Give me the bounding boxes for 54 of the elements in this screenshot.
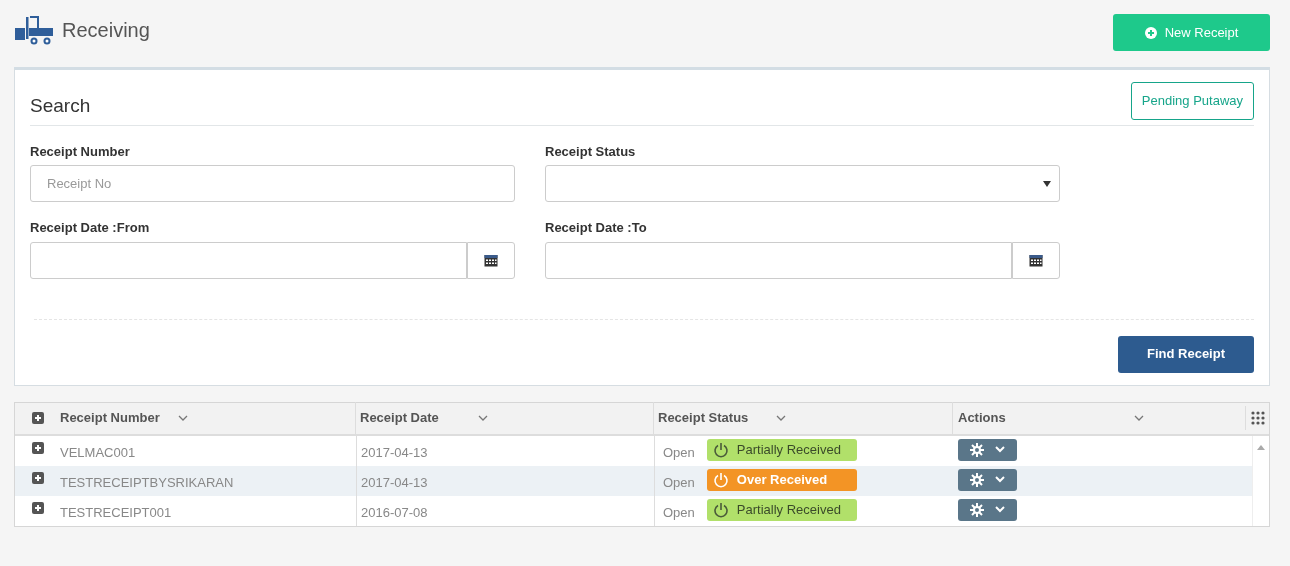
receipt-state-text: Open	[663, 504, 695, 522]
status-label: Partially Received	[706, 498, 857, 521]
receipt-number-field[interactable]: Receipt No	[30, 165, 515, 202]
status-label: Partially Received	[706, 438, 857, 461]
field-label: Receipt Date :To	[545, 219, 648, 237]
calendar-button[interactable]	[466, 241, 515, 279]
field-label: Receipt Number	[30, 142, 131, 161]
expand-all-icon[interactable]	[31, 412, 44, 424]
find-receipt-button[interactable]: Find Receipt	[1118, 335, 1254, 373]
calendar-button[interactable]	[1011, 241, 1060, 279]
dropdown-arrow-icon	[1043, 180, 1051, 187]
table-row[interactable]: VELMAC001 2017-04-13 Open Partially Received	[15, 435, 1252, 466]
caret-icon[interactable]	[995, 476, 1006, 483]
receipt-date-text: 2017-04-13	[361, 444, 428, 462]
caret-icon[interactable]	[995, 506, 1006, 513]
table-row[interactable]: TESTRECEIPT001 2016-07-08 Open Partially Received	[15, 495, 1252, 526]
date-field[interactable]	[545, 241, 1012, 279]
calendar-icon[interactable]	[1028, 253, 1043, 267]
column-header[interactable]: Receipt Number	[60, 408, 178, 428]
calendar-icon[interactable]	[484, 253, 498, 267]
column-header[interactable]: Receipt Status	[658, 408, 776, 428]
receipt-state-text: Open	[663, 444, 695, 462]
actions-button[interactable]	[958, 438, 1017, 461]
sort-chevron-icon[interactable]	[478, 415, 488, 421]
column-header[interactable]: Actions	[958, 408, 1033, 428]
page-title: Receiving	[62, 18, 150, 43]
sort-chevron-icon[interactable]	[178, 415, 188, 421]
field-label: Receipt Date :From	[30, 219, 151, 237]
gear-icon[interactable]	[969, 442, 984, 457]
expand-row-icon[interactable]	[31, 471, 44, 484]
status-label: Over Received	[706, 468, 857, 491]
actions-button[interactable]	[958, 498, 1017, 521]
forklift-icon	[14, 14, 54, 46]
receipt-number-text: VELMAC001	[60, 445, 136, 460]
column-header[interactable]: Receipt Date	[360, 408, 478, 428]
date-field[interactable]	[30, 241, 467, 279]
power-icon	[712, 441, 729, 458]
sort-chevron-icon[interactable]	[1134, 415, 1144, 421]
field-label: Receipt Status	[545, 142, 637, 161]
actions-button[interactable]	[958, 468, 1017, 491]
power-icon	[712, 471, 729, 488]
power-icon	[712, 501, 729, 518]
receipt-number-text: TESTRECEIPTBYSRIKARAN	[60, 475, 234, 490]
expand-row-icon[interactable]	[31, 441, 44, 454]
receipt-date-text: 2017-04-13	[361, 474, 428, 492]
receipt-number-text: TESTRECEIPT001	[60, 505, 172, 520]
caret-icon[interactable]	[995, 446, 1006, 453]
gear-icon[interactable]	[969, 502, 984, 517]
search-title: Search	[30, 94, 91, 118]
expand-row-icon[interactable]	[31, 501, 44, 514]
receipt-date-text: 2016-07-08	[361, 504, 428, 522]
sort-chevron-icon[interactable]	[776, 415, 786, 421]
receipt-state-text: Open	[663, 474, 695, 492]
gear-icon[interactable]	[969, 472, 984, 487]
